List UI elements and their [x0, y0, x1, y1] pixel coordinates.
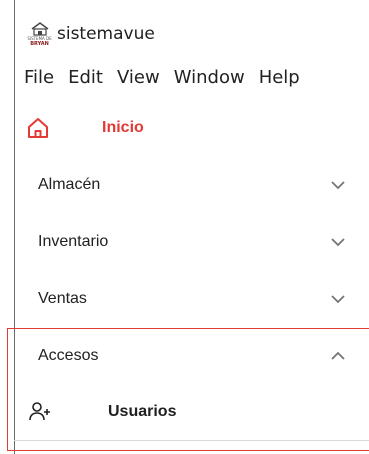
window-title: sistemavue	[57, 24, 155, 44]
nav-group-accesos-label: Accesos	[38, 347, 99, 364]
nav-group-inventario-label: Inventario	[38, 233, 109, 250]
house-logo-icon	[31, 21, 48, 36]
nav-group-accesos[interactable]: Accesos	[24, 328, 364, 384]
menu-window[interactable]: Window	[174, 67, 245, 88]
home-icon	[28, 118, 48, 138]
nav-group-ventas-label: Ventas	[38, 290, 87, 307]
menu-help[interactable]: Help	[259, 67, 300, 88]
logo-text-bottom: BRYAN	[30, 40, 49, 47]
nav-divider	[14, 440, 369, 441]
chevron-down-icon	[331, 295, 345, 304]
app-logo: SISTEMA DE BRYAN	[24, 18, 55, 50]
nav-group-almacen[interactable]: Almacén	[24, 157, 364, 213]
menu-edit[interactable]: Edit	[68, 67, 103, 88]
nav-item-inicio[interactable]: Inicio	[24, 100, 364, 156]
add-user-icon	[29, 402, 50, 421]
nav-group-inventario[interactable]: Inventario	[24, 214, 364, 270]
nav-item-inicio-label: Inicio	[102, 119, 144, 136]
menu-bar: File Edit View Window Help	[24, 62, 314, 92]
chevron-up-icon	[331, 351, 345, 360]
nav-group-almacen-label: Almacén	[38, 176, 101, 193]
nav-group-ventas[interactable]: Ventas	[24, 271, 364, 327]
menu-view[interactable]: View	[117, 67, 160, 88]
window-titlebar: SISTEMA DE BRYAN sistemavue	[24, 18, 155, 50]
menu-file[interactable]: File	[24, 67, 54, 88]
chevron-down-icon	[331, 238, 345, 247]
chevron-down-icon	[331, 181, 345, 190]
nav-item-usuarios[interactable]: Usuarios	[24, 384, 364, 440]
nav-item-usuarios-label: Usuarios	[108, 403, 177, 420]
